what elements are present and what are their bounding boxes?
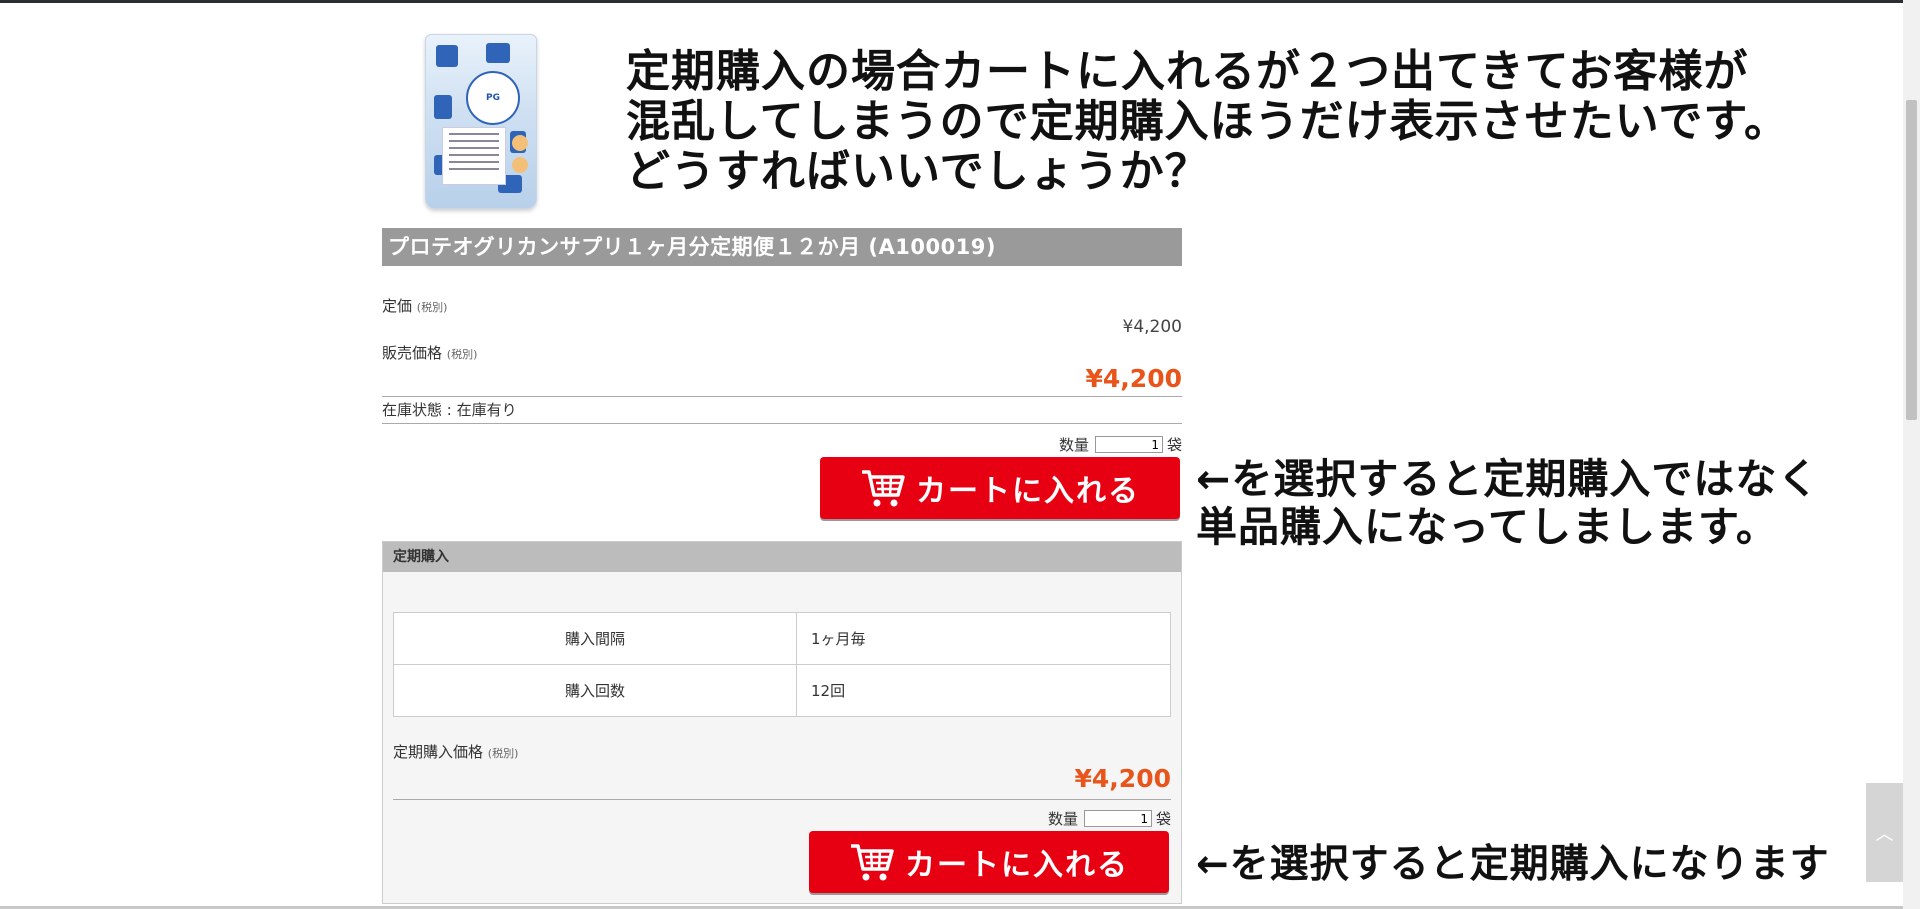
product-detail: プロテオグリカンサプリ１ヶ月分定期便１２か月 (A100019) 定価 (税別)… [382, 228, 1182, 904]
list-price-label: 定価 (税別) [382, 297, 448, 315]
subscription-table: 購入間隔 1ヶ月毎 購入回数 12回 [393, 612, 1171, 717]
annotation-question: 定期購入の場合カートに入れるが２つ出てきてお客様が 混乱してしまうので定期購入ほ… [626, 47, 1789, 197]
subscription-quantity-input[interactable] [1083, 810, 1152, 827]
subscription-price-label: 定期購入価格 (税別) [393, 743, 519, 761]
annotation-line: 定期購入の場合カートに入れるが２つ出てきてお客様が [626, 46, 1749, 97]
top-border [0, 0, 1920, 3]
interval-value: 1ヶ月毎 [796, 612, 1171, 665]
count-key: 購入回数 [393, 664, 797, 717]
tax-note: (税別) [416, 301, 448, 314]
quantity-label: 数量 [1058, 436, 1089, 454]
interval-key: 購入間隔 [393, 612, 797, 665]
annotation-line: 単品購入になってしまします。 [1196, 503, 1778, 551]
product-package-icon: PG [425, 34, 537, 209]
back-to-top-button[interactable]: ︿ [1866, 783, 1903, 882]
subscription-header: 定期購入 [383, 542, 1181, 572]
add-to-cart-label: カートに入れる [905, 848, 1129, 883]
shopping-cart-icon [862, 470, 905, 507]
count-value: 12回 [796, 664, 1171, 717]
annotation-single-purchase: ←を選択すると定期購入ではなく 単品購入になってしまします。 [1196, 455, 1819, 551]
quantity-input[interactable] [1094, 436, 1163, 453]
tax-note: (税別) [487, 747, 519, 760]
list-price: ¥4,200 [1122, 317, 1182, 337]
annotation-line: どうすればいいでしょうか？ [626, 146, 1210, 197]
quantity-unit: 袋 [1155, 810, 1171, 828]
product-image[interactable]: PG [425, 34, 537, 209]
annotation-line: ←を選択すると定期購入ではなく [1196, 455, 1820, 503]
sale-price-label: 販売価格 (税別) [382, 344, 478, 362]
tax-note: (税別) [446, 348, 478, 361]
product-title: プロテオグリカンサプリ１ヶ月分定期便１２か月 (A100019) [382, 228, 1182, 266]
table-row: 購入間隔 1ヶ月毎 [393, 612, 1171, 665]
subscription-box: 定期購入 購入間隔 1ヶ月毎 購入回数 12回 定期購入価格 (税別) ¥4,2… [382, 541, 1182, 904]
quantity-unit: 袋 [1166, 436, 1182, 454]
annotation-subscription: ←を選択すると定期購入になります [1196, 842, 1830, 887]
add-to-cart-button[interactable]: カートに入れる [820, 457, 1180, 519]
quantity-row: 数量 袋 [1059, 434, 1182, 455]
subscription-price: ¥4,200 [1074, 764, 1171, 793]
quantity-label: 数量 [1047, 810, 1078, 828]
chevron-up-icon: ︿ [1875, 823, 1894, 845]
divider [393, 799, 1171, 800]
subscription-add-to-cart-button[interactable]: カートに入れる [809, 831, 1169, 893]
stock-status: 在庫状態 : 在庫有り [382, 396, 1182, 424]
table-row: 購入回数 12回 [393, 664, 1171, 717]
scrollbar-thumb[interactable] [1906, 100, 1917, 420]
subscription-quantity-row: 数量 袋 [1048, 808, 1171, 829]
sale-price: ¥4,200 [1085, 364, 1182, 393]
add-to-cart-label: カートに入れる [916, 474, 1140, 509]
annotation-line: 混乱してしまうので定期購入ほうだけ表示させたいです。 [626, 96, 1789, 147]
shopping-cart-icon [851, 844, 894, 881]
